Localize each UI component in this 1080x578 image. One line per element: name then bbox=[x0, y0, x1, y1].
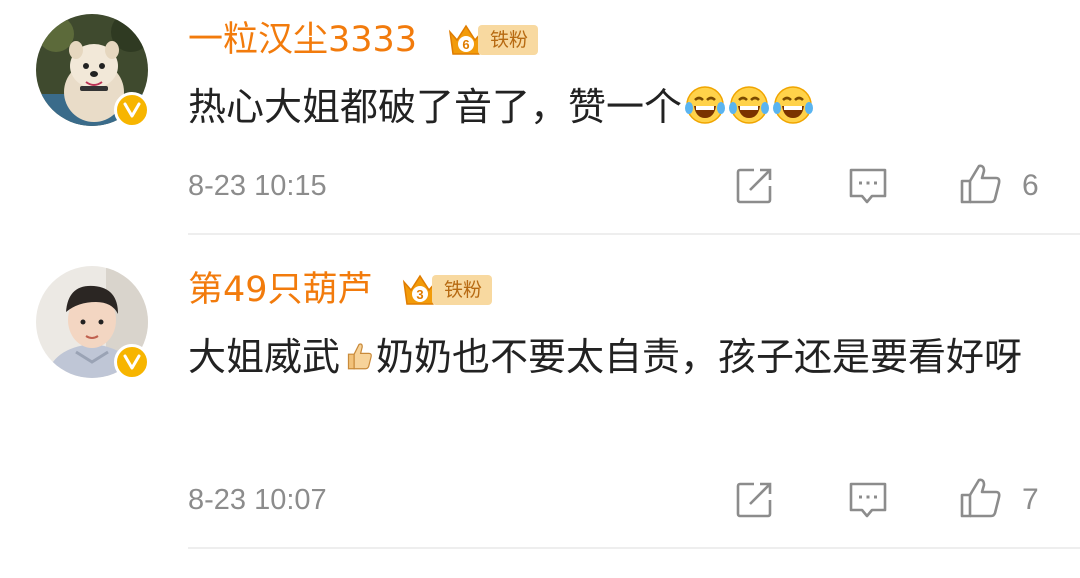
laughing-tears-emoji bbox=[685, 86, 726, 124]
verified-v-icon bbox=[114, 92, 150, 128]
comment-text: 大姐威武 奶奶也不要太自责，孩子还是要看好呀 bbox=[188, 326, 1058, 388]
comment-text-part-1: 大姐威武 bbox=[188, 335, 341, 379]
reply-icon[interactable] bbox=[846, 478, 890, 522]
comment-text-part-2: 奶奶也不要太自责，孩子还是要看好呀 bbox=[376, 335, 1023, 379]
like-icon[interactable] bbox=[958, 476, 1002, 520]
comment-text-body: 热心大姐都破了音了，赞一个 bbox=[188, 85, 683, 129]
repost-icon[interactable] bbox=[732, 164, 776, 208]
fan-label: 铁粉 bbox=[432, 275, 493, 305]
divider bbox=[188, 233, 1080, 235]
divider bbox=[188, 547, 1080, 549]
repost-icon[interactable] bbox=[732, 478, 776, 522]
avatar[interactable] bbox=[36, 14, 150, 128]
avatar[interactable] bbox=[36, 266, 150, 380]
reply-icon[interactable] bbox=[846, 164, 890, 208]
fan-level: 3 bbox=[416, 287, 423, 302]
username[interactable]: 一粒汉尘3333 bbox=[188, 20, 417, 60]
comment-time: 8-23 10:07 bbox=[188, 484, 327, 516]
laughing-tears-emoji bbox=[773, 86, 814, 124]
fan-badge: 3 铁粉 bbox=[400, 270, 493, 310]
thumbs-up-emoji bbox=[347, 343, 372, 370]
username[interactable]: 第49只葫芦 bbox=[188, 270, 373, 310]
comment-time: 8-23 10:15 bbox=[188, 170, 327, 202]
like-icon[interactable] bbox=[958, 162, 1002, 206]
verified-v-icon bbox=[114, 344, 150, 380]
comment-text: 热心大姐都破了音了，赞一个 bbox=[188, 76, 1058, 138]
fan-label: 铁粉 bbox=[478, 25, 539, 55]
fan-level: 6 bbox=[462, 37, 469, 52]
like-count: 6 bbox=[1022, 169, 1039, 202]
laughing-tears-emoji bbox=[729, 86, 770, 124]
like-count: 7 bbox=[1022, 483, 1039, 516]
fan-badge: 6 铁粉 bbox=[446, 20, 539, 60]
